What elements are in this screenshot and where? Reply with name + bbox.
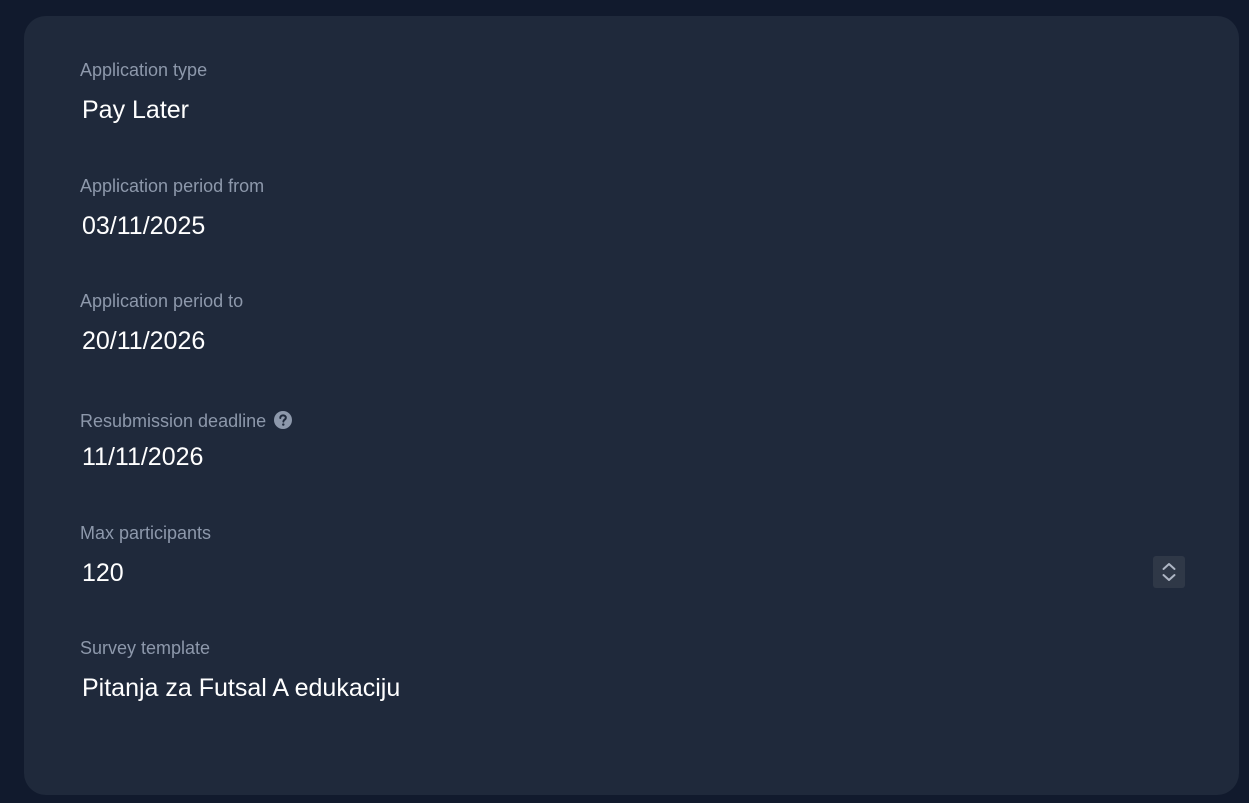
survey-template-field: Survey template Pitanja za Futsal A eduk… [80,637,1185,704]
survey-template-value[interactable]: Pitanja za Futsal A edukaciju [82,672,1185,704]
max-participants-input[interactable]: 120 [82,557,1185,589]
application-period-to-value[interactable]: 20/11/2026 [82,325,1185,357]
resubmission-deadline-value[interactable]: 11/11/2026 [82,441,1185,473]
details-card: Application type Pay Later Application p… [24,16,1239,795]
application-period-to-label: Application period to [80,291,244,311]
application-period-from-value[interactable]: 03/11/2025 [82,210,1185,242]
application-type-value[interactable]: Pay Later [82,94,1185,126]
application-period-from-label: Application period from [80,176,265,196]
application-type-label: Application type [80,60,208,80]
application-period-to-field: Application period to 20/11/2026 [80,290,1185,357]
help-circle-icon[interactable] [274,411,293,429]
survey-template-label: Survey template [80,638,211,658]
number-stepper-icon[interactable] [1153,556,1185,588]
application-period-from-field: Application period from 03/11/2025 [80,175,1185,242]
max-participants-field: Max participants 120 [80,522,1185,589]
resubmission-deadline-field: Resubmission deadline 11/11/2026 [80,410,1185,473]
application-type-field: Application type Pay Later [80,59,1185,126]
max-participants-label: Max participants [80,523,212,543]
resubmission-deadline-label-row: Resubmission deadline [80,410,1185,432]
resubmission-deadline-label: Resubmission deadline [80,411,267,431]
